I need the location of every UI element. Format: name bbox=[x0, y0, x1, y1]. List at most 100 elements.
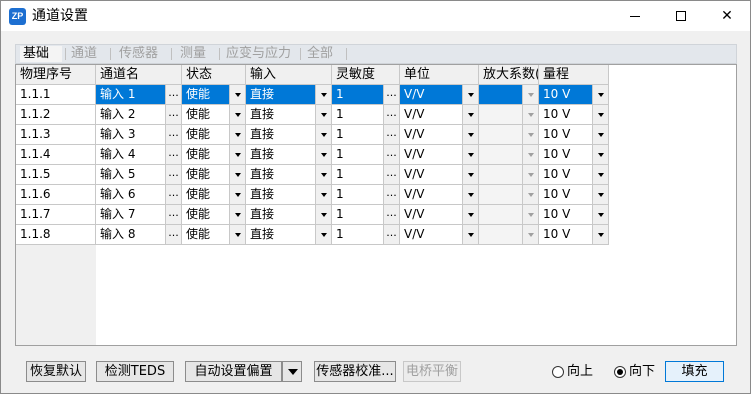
status-select[interactable]: 使能 bbox=[182, 225, 230, 245]
unit-select[interactable]: V/V bbox=[400, 225, 463, 245]
input-select[interactable]: 直接 bbox=[246, 165, 316, 185]
range-dropdown-button[interactable] bbox=[593, 125, 609, 145]
status-select[interactable]: 使能 bbox=[182, 205, 230, 225]
column-header-status[interactable]: 状态 bbox=[182, 65, 246, 85]
sensitivity-ellipsis-button[interactable]: ... bbox=[384, 165, 400, 185]
row-physical-id[interactable]: 1.1.5 bbox=[16, 165, 96, 185]
row-physical-id[interactable]: 1.1.7 bbox=[16, 205, 96, 225]
channel-name-ellipsis-button[interactable]: ... bbox=[166, 125, 182, 145]
auto-offset-menu-button[interactable] bbox=[282, 361, 302, 382]
unit-dropdown-button[interactable] bbox=[463, 145, 479, 165]
restore-default-button[interactable]: 恢复默认 bbox=[26, 361, 86, 382]
sensitivity-cell[interactable]: 1 bbox=[332, 145, 384, 165]
unit-select[interactable]: V/V bbox=[400, 165, 463, 185]
minimize-button[interactable] bbox=[612, 1, 658, 31]
input-dropdown-button[interactable] bbox=[316, 145, 332, 165]
unit-dropdown-button[interactable] bbox=[463, 205, 479, 225]
maximize-button[interactable] bbox=[658, 1, 704, 31]
input-dropdown-button[interactable] bbox=[316, 185, 332, 205]
status-select[interactable]: 使能 bbox=[182, 125, 230, 145]
gain-select[interactable] bbox=[479, 85, 523, 105]
fill-up-radio[interactable]: 向上 bbox=[552, 364, 598, 380]
unit-select[interactable]: V/V bbox=[400, 205, 463, 225]
range-dropdown-button[interactable] bbox=[593, 105, 609, 125]
input-dropdown-button[interactable] bbox=[316, 205, 332, 225]
sensitivity-cell[interactable]: 1 bbox=[332, 225, 384, 245]
status-dropdown-button[interactable] bbox=[230, 85, 246, 105]
gain-dropdown-button[interactable] bbox=[523, 225, 539, 245]
tab-measurement[interactable]: 测量 bbox=[180, 46, 214, 62]
status-select[interactable]: 使能 bbox=[182, 145, 230, 165]
range-select[interactable]: 10 V bbox=[539, 125, 593, 145]
status-select[interactable]: 使能 bbox=[182, 185, 230, 205]
input-dropdown-button[interactable] bbox=[316, 225, 332, 245]
sensitivity-ellipsis-button[interactable]: ... bbox=[384, 225, 400, 245]
gain-select[interactable] bbox=[479, 205, 523, 225]
gain-dropdown-button[interactable] bbox=[523, 145, 539, 165]
channel-name-cell[interactable]: 输入 6 bbox=[96, 185, 166, 205]
channel-name-cell[interactable]: 输入 7 bbox=[96, 205, 166, 225]
input-select[interactable]: 直接 bbox=[246, 105, 316, 125]
status-dropdown-button[interactable] bbox=[230, 105, 246, 125]
tab-channel[interactable]: 通道 bbox=[71, 46, 105, 62]
gain-dropdown-button[interactable] bbox=[523, 105, 539, 125]
channel-name-cell[interactable]: 输入 4 bbox=[96, 145, 166, 165]
gain-select[interactable] bbox=[479, 225, 523, 245]
gain-dropdown-button[interactable] bbox=[523, 125, 539, 145]
status-dropdown-button[interactable] bbox=[230, 225, 246, 245]
input-select[interactable]: 直接 bbox=[246, 185, 316, 205]
gain-select[interactable] bbox=[479, 125, 523, 145]
range-select[interactable]: 10 V bbox=[539, 205, 593, 225]
unit-dropdown-button[interactable] bbox=[463, 225, 479, 245]
fill-button[interactable]: 填充 bbox=[665, 361, 724, 382]
input-select[interactable]: 直接 bbox=[246, 225, 316, 245]
unit-select[interactable]: V/V bbox=[400, 185, 463, 205]
column-header-physical-id[interactable]: 物理序号 bbox=[16, 65, 96, 85]
channel-name-cell[interactable]: 输入 1 bbox=[96, 85, 166, 105]
channel-name-cell[interactable]: 输入 3 bbox=[96, 125, 166, 145]
tab-all[interactable]: 全部 bbox=[307, 46, 341, 62]
status-dropdown-button[interactable] bbox=[230, 205, 246, 225]
unit-dropdown-button[interactable] bbox=[463, 185, 479, 205]
channel-name-cell[interactable]: 输入 5 bbox=[96, 165, 166, 185]
unit-select[interactable]: V/V bbox=[400, 145, 463, 165]
channel-name-cell[interactable]: 输入 2 bbox=[96, 105, 166, 125]
bridge-balance-button[interactable]: 电桥平衡 bbox=[403, 361, 461, 382]
status-dropdown-button[interactable] bbox=[230, 185, 246, 205]
range-select[interactable]: 10 V bbox=[539, 105, 593, 125]
tab-sensor[interactable]: 传感器 bbox=[119, 46, 165, 62]
input-dropdown-button[interactable] bbox=[316, 85, 332, 105]
unit-dropdown-button[interactable] bbox=[463, 125, 479, 145]
column-header-gain[interactable]: 放大系数( bbox=[479, 65, 539, 85]
sensitivity-cell[interactable]: 1 bbox=[332, 185, 384, 205]
sensitivity-ellipsis-button[interactable]: ... bbox=[384, 125, 400, 145]
range-select[interactable]: 10 V bbox=[539, 145, 593, 165]
status-dropdown-button[interactable] bbox=[230, 125, 246, 145]
status-select[interactable]: 使能 bbox=[182, 165, 230, 185]
range-select[interactable]: 10 V bbox=[539, 165, 593, 185]
unit-dropdown-button[interactable] bbox=[463, 165, 479, 185]
gain-select[interactable] bbox=[479, 165, 523, 185]
range-select[interactable]: 10 V bbox=[539, 85, 593, 105]
gain-dropdown-button[interactable] bbox=[523, 205, 539, 225]
range-dropdown-button[interactable] bbox=[593, 205, 609, 225]
channel-name-ellipsis-button[interactable]: ... bbox=[166, 145, 182, 165]
input-dropdown-button[interactable] bbox=[316, 125, 332, 145]
close-button[interactable]: ✕ bbox=[704, 1, 750, 31]
sensitivity-ellipsis-button[interactable]: ... bbox=[384, 145, 400, 165]
column-header-range[interactable]: 量程 bbox=[539, 65, 609, 85]
input-dropdown-button[interactable] bbox=[316, 105, 332, 125]
sensor-calibrate-button[interactable]: 传感器校准... bbox=[314, 361, 396, 382]
tab-strain-stress[interactable]: 应变与应力 bbox=[226, 46, 298, 62]
range-dropdown-button[interactable] bbox=[593, 145, 609, 165]
row-physical-id[interactable]: 1.1.1 bbox=[16, 85, 96, 105]
row-physical-id[interactable]: 1.1.6 bbox=[16, 185, 96, 205]
sensitivity-cell[interactable]: 1 bbox=[332, 165, 384, 185]
range-dropdown-button[interactable] bbox=[593, 185, 609, 205]
detect-teds-button[interactable]: 检测TEDS bbox=[96, 361, 174, 382]
gain-dropdown-button[interactable] bbox=[523, 85, 539, 105]
input-select[interactable]: 直接 bbox=[246, 85, 316, 105]
sensitivity-cell[interactable]: 1 bbox=[332, 205, 384, 225]
input-select[interactable]: 直接 bbox=[246, 205, 316, 225]
sensitivity-ellipsis-button[interactable]: ... bbox=[384, 105, 400, 125]
